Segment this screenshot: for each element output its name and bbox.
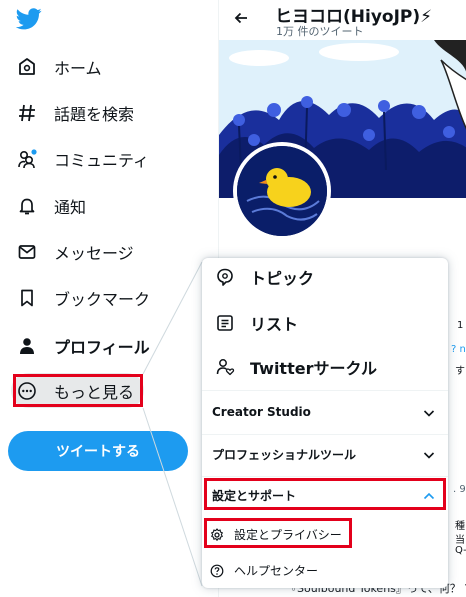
menu-section-settings-support[interactable]: 設定とサポート [202, 479, 448, 511]
menu-item-lists-label: リスト [250, 315, 299, 334]
nav-communities-label: コミュニティ [54, 151, 150, 170]
help-circle-icon [210, 564, 224, 578]
menu-divider [202, 390, 448, 391]
nav-profile-label: プロフィール [54, 338, 150, 357]
nav-explore-label: 話題を検索 [54, 105, 135, 124]
menu-item-twitter-circle-label: Twitterサークル [250, 359, 377, 378]
nav-explore[interactable]: 話題を検索 [16, 96, 134, 130]
nav-communities[interactable]: コミュニティ [16, 142, 149, 176]
nav-more[interactable]: もっと見る [16, 374, 134, 408]
menu-item-topics-label: トピック [250, 269, 315, 288]
communities-icon [16, 148, 38, 170]
menu-item-topics[interactable]: トピック [202, 260, 448, 294]
envelope-icon [16, 241, 38, 263]
nav-home-label: ホーム [54, 59, 102, 78]
more-circle-icon [16, 380, 38, 402]
nav-home[interactable]: ホーム [16, 50, 102, 84]
home-icon [16, 56, 38, 78]
nav-notifications[interactable]: 通知 [16, 189, 86, 223]
bg-fragment-1: 1 / [457, 320, 466, 331]
nav-messages-label: メッセージ [54, 244, 134, 263]
back-arrow-icon[interactable] [233, 10, 249, 30]
left-sidebar: ホーム 話題を検索 コミュニティ 通知 メッセージ ブックマーク プロフィール … [0, 0, 218, 597]
menu-item-lists[interactable]: リスト [202, 306, 448, 340]
menu-subitem-help-center-label: ヘルプセンター [234, 564, 319, 578]
tweet-button[interactable]: ツイートする [8, 431, 188, 471]
nav-bookmarks-label: ブックマーク [54, 290, 151, 309]
menu-subitem-settings-privacy[interactable]: 設定とプライバシー [202, 518, 448, 551]
more-menu-popup: トピック リスト Twitterサークル Creator Studio プロフェ… [202, 258, 448, 588]
twitter-circle-icon [214, 356, 236, 378]
nav-profile[interactable]: プロフィール [16, 329, 150, 363]
nav-more-label: もっと見る [54, 383, 135, 402]
bg-fragment-5: 種 [455, 521, 465, 532]
profile-tweet-count: 1万 件のツイート [276, 25, 364, 38]
menu-subitem-help-center[interactable]: ヘルプセンター [202, 554, 448, 587]
menu-item-twitter-circle[interactable]: Twitterサークル [202, 350, 448, 384]
list-icon [214, 312, 236, 334]
bg-fragment-2: ? n [451, 344, 466, 355]
menu-section-professional-tools-label: プロフェッショナルツール [212, 447, 357, 462]
bg-fragment-3: す [455, 366, 465, 377]
bg-fragment-6: 当 [455, 535, 465, 546]
nav-messages[interactable]: メッセージ [16, 235, 134, 269]
person-icon [16, 335, 38, 357]
twitter-bird-icon[interactable] [15, 8, 42, 30]
profile-avatar[interactable] [233, 142, 331, 240]
menu-divider [202, 476, 448, 477]
nav-notifications-label: 通知 [54, 198, 87, 217]
bg-fragment-7: Q- [455, 545, 466, 556]
menu-section-creator-studio[interactable]: Creator Studio [202, 396, 448, 428]
menu-section-settings-support-label: 設定とサポート [212, 488, 297, 503]
chevron-down-icon [422, 405, 436, 419]
menu-section-creator-studio-label: Creator Studio [212, 405, 311, 419]
chevron-down-icon [422, 447, 436, 461]
menu-subitem-settings-privacy-label: 設定とプライバシー [234, 528, 342, 542]
bookmark-icon [16, 287, 38, 309]
nav-bookmarks[interactable]: ブックマーク [16, 281, 150, 315]
menu-divider [202, 434, 448, 435]
chevron-up-icon [422, 488, 436, 502]
gear-icon [210, 527, 224, 542]
bg-fragment-4: . 9 [453, 484, 466, 495]
topic-icon [214, 266, 236, 288]
bell-icon [16, 195, 38, 217]
hashtag-icon [16, 102, 38, 124]
menu-section-professional-tools[interactable]: プロフェッショナルツール [202, 438, 448, 470]
